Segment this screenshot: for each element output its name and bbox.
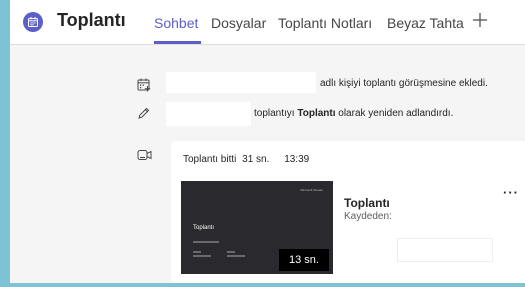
meeting-ended-line: Toplantı bitti 31 sn. 13:39: [183, 154, 309, 165]
thumbnail-detail-line: [227, 255, 245, 257]
renamed-text-after: olarak yeniden adlandırdı.: [335, 108, 454, 119]
meeting-ended-card: Toplantı bitti 31 sn. 13:39 Microsoft St…: [171, 141, 525, 283]
thumbnail-detail-line: [193, 241, 219, 243]
plus-icon: [473, 13, 487, 27]
event-renamed-text: toplantıyı Toplantı olarak yeniden adlan…: [254, 108, 453, 119]
recording-title[interactable]: Toplantı: [344, 196, 390, 210]
meeting-ended-label: Toplantı bitti: [183, 154, 237, 165]
renamed-text-bold: Toplantı: [297, 108, 336, 119]
calendar-icon: [23, 12, 43, 32]
pencil-icon: [137, 107, 150, 125]
teams-meeting-chat-window: Toplantı Sohbet Dosyalar Toplantı Notlar…: [10, 0, 525, 283]
tab-meeting-notes[interactable]: Toplantı Notları: [278, 15, 372, 31]
recorded-by-label: Kaydeden:: [344, 211, 392, 222]
recording-duration-badge: 13 sn.: [279, 249, 329, 271]
redacted-person-name: [166, 102, 251, 126]
redacted-recorder-name: [397, 238, 493, 262]
add-tab-button[interactable]: [471, 11, 489, 29]
meeting-end-time: 13:39: [284, 154, 310, 165]
event-added-text: adlı kişiyi toplantı görüşmesine ekledi.: [320, 78, 488, 89]
thumbnail-detail-line: [193, 255, 211, 257]
calendar-add-icon: [137, 78, 151, 97]
tab-chat[interactable]: Sohbet: [154, 15, 198, 31]
thumbnail-brand: Microsoft Stream: [300, 188, 323, 192]
meeting-header: Toplantı Sohbet Dosyalar Toplantı Notlar…: [10, 0, 525, 45]
active-tab-indicator: [154, 41, 201, 44]
thumbnail-title: Toplantı: [193, 225, 215, 231]
meeting-duration: 31 sn.: [242, 154, 270, 165]
more-options-button[interactable]: ···: [503, 185, 519, 200]
thumbnail-detail-line: [227, 251, 235, 253]
renamed-text-before: toplantıyı: [254, 108, 298, 119]
thumbnail-detail-line: [193, 251, 201, 253]
redacted-person-name: [166, 72, 316, 93]
tab-whiteboard[interactable]: Beyaz Tahta: [387, 15, 464, 31]
meeting-title: Toplantı: [57, 10, 126, 30]
tab-files[interactable]: Dosyalar: [211, 15, 266, 31]
recording-thumbnail[interactable]: Microsoft Stream Toplantı 13 sn.: [181, 181, 333, 274]
video-camera-icon: [137, 148, 153, 167]
